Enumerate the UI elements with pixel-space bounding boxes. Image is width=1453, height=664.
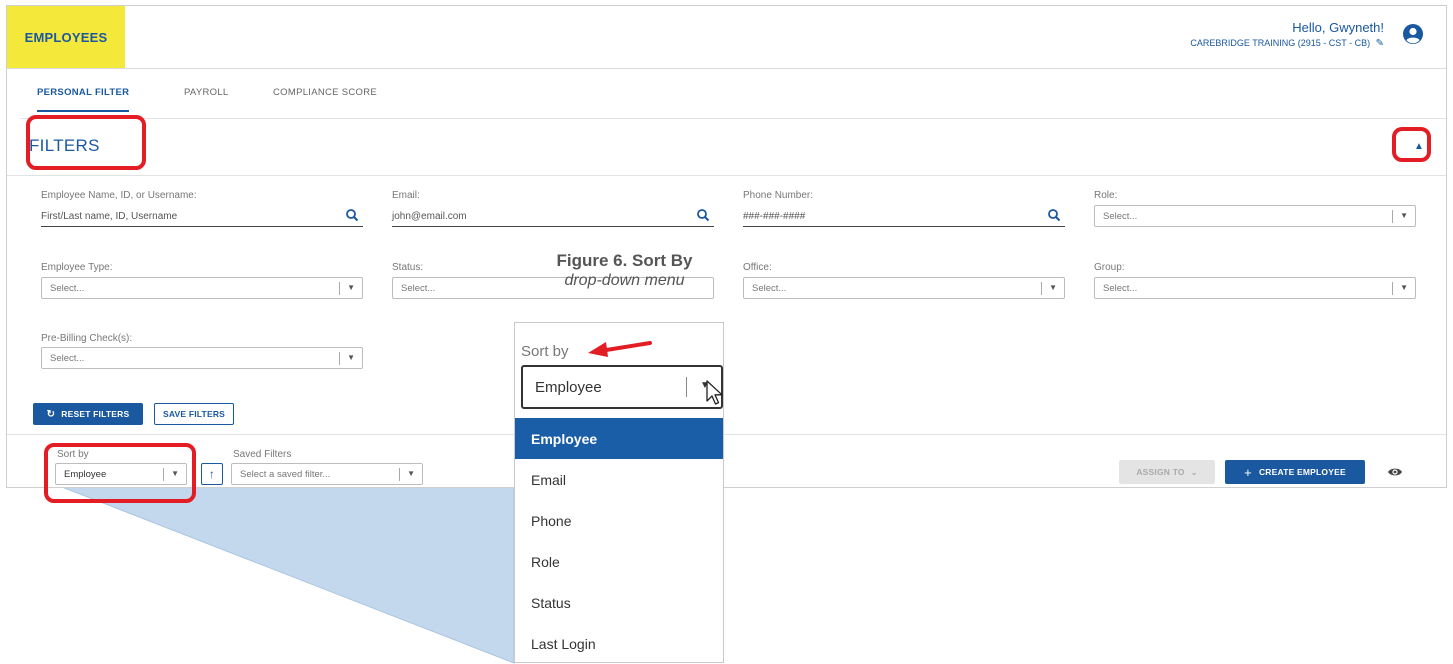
sort-option-phone[interactable]: Phone — [515, 500, 723, 541]
employees-app: EMPLOYEES Hello, Gwyneth! CAREBRIDGE TRA… — [6, 5, 1447, 488]
collapse-filters-button[interactable]: ▲ — [1408, 135, 1430, 157]
employee-name-placeholder: First/Last name, ID, Username — [41, 211, 178, 222]
group-label: Group: — [1094, 262, 1125, 273]
arrow-up-icon: ↑ — [208, 467, 216, 481]
saved-filters-placeholder: Select a saved filter... — [240, 469, 331, 480]
figure-caption: Figure 6. Sort By drop-down menu — [512, 251, 737, 291]
zoom-sort-by-select[interactable]: Employee ▼ — [521, 365, 723, 409]
save-filters-button[interactable]: SAVE FILTERS — [154, 403, 234, 425]
sort-option-employee[interactable]: Employee — [515, 418, 723, 459]
search-icon[interactable] — [345, 208, 359, 222]
caption-line-2: drop-down menu — [564, 272, 685, 289]
employee-name-label: Employee Name, ID, or Username: — [41, 190, 197, 201]
role-select[interactable]: Select... ▼ — [1094, 205, 1416, 227]
pencil-icon[interactable]: ✎ — [1376, 38, 1384, 50]
tab-payroll[interactable]: PAYROLL — [184, 87, 229, 110]
sort-option-role[interactable]: Role — [515, 541, 723, 582]
zoom-selected-value: Employee — [535, 379, 602, 396]
filters-header: FILTERS ▲ — [7, 120, 1446, 176]
list-toolbar: Sort by Employee ▼ ↑ Saved Filters Selec… — [7, 434, 1446, 487]
sort-by-options-menu: Employee Email Phone Role Status Last Lo… — [515, 418, 723, 662]
chevron-down-icon: ▼ — [1049, 283, 1057, 292]
reset-filters-button[interactable]: ↻ RESET FILTERS — [33, 403, 143, 425]
eye-icon[interactable] — [1387, 466, 1403, 478]
group-select[interactable]: Select... ▼ — [1094, 277, 1416, 299]
employee-type-label: Employee Type: — [41, 262, 113, 273]
sort-by-value: Employee — [64, 469, 107, 480]
mouse-pointer-icon — [706, 380, 723, 405]
chevron-down-icon: ▼ — [407, 469, 415, 478]
email-placeholder: john@email.com — [392, 211, 467, 222]
saved-filters-select[interactable]: Select a saved filter... ▼ — [231, 463, 423, 485]
office-select[interactable]: Select... ▼ — [743, 277, 1065, 299]
brand-label[interactable]: EMPLOYEES — [7, 6, 125, 68]
select-divider — [163, 468, 164, 481]
select-divider — [686, 377, 687, 397]
user-greeting: Hello, Gwyneth! CAREBRIDGE TRAINING (291… — [1190, 20, 1384, 50]
office-value: Select... — [752, 283, 787, 294]
chevron-down-icon: ▼ — [1400, 283, 1408, 292]
search-icon[interactable] — [1047, 208, 1061, 222]
select-divider — [1392, 282, 1393, 295]
chevron-down-icon: ▼ — [347, 283, 355, 292]
email-input[interactable]: john@email.com — [392, 205, 714, 227]
select-divider — [399, 468, 400, 481]
status-value: Select... — [401, 283, 436, 294]
employee-name-input[interactable]: First/Last name, ID, Username — [41, 205, 363, 227]
group-value: Select... — [1103, 283, 1138, 294]
organization-line[interactable]: CAREBRIDGE TRAINING (2915 - CST - CB) ✎ — [1190, 37, 1384, 50]
sort-option-last-login[interactable]: Last Login — [515, 623, 723, 662]
status-label: Status: — [392, 262, 424, 273]
greeting-text: Hello, Gwyneth! — [1292, 20, 1384, 35]
sort-by-select[interactable]: Employee ▼ — [55, 463, 187, 485]
red-arrow-icon — [588, 341, 652, 357]
email-label: Email: — [392, 190, 420, 201]
refresh-icon: ↻ — [46, 408, 56, 420]
zoom-sort-by-label: Sort by — [521, 343, 569, 360]
reset-filters-label: RESET FILTERS — [61, 409, 130, 419]
chevron-up-icon: ▲ — [1414, 140, 1424, 152]
tab-bar: PERSONAL FILTER PAYROLL COMPLIANCE SCORE — [21, 69, 1446, 119]
organization-name: CAREBRIDGE TRAINING (2915 - CST - CB) — [1190, 38, 1371, 48]
sort-option-status[interactable]: Status — [515, 582, 723, 623]
select-divider — [1392, 210, 1393, 223]
search-icon[interactable] — [696, 208, 710, 222]
assign-to-label: ASSIGN TO — [1136, 467, 1185, 477]
create-employee-label: CREATE EMPLOYEE — [1258, 467, 1346, 477]
top-bar: EMPLOYEES Hello, Gwyneth! CAREBRIDGE TRA… — [7, 6, 1446, 69]
tab-compliance-score[interactable]: COMPLIANCE SCORE — [273, 87, 377, 110]
pre-billing-label: Pre-Billing Check(s): — [41, 333, 133, 344]
create-employee-button[interactable]: + CREATE EMPLOYEE — [1225, 460, 1365, 484]
filters-title: FILTERS — [29, 136, 100, 155]
sort-by-zoom-callout: Sort by Employee ▼ Employee Email Phone … — [514, 322, 724, 663]
assign-to-button[interactable]: ASSIGN TO ⌄ — [1119, 460, 1215, 484]
user-circle-icon[interactable] — [1402, 23, 1424, 45]
sort-option-email[interactable]: Email — [515, 459, 723, 500]
saved-filters-label: Saved Filters — [233, 449, 292, 460]
plus-icon: + — [1244, 464, 1252, 480]
pre-billing-select[interactable]: Select... ▼ — [41, 347, 363, 369]
employee-type-select[interactable]: Select... ▼ — [41, 277, 363, 299]
role-value: Select... — [1103, 211, 1138, 222]
role-label: Role: — [1094, 190, 1118, 201]
tab-personal-filter[interactable]: PERSONAL FILTER — [37, 87, 130, 112]
select-divider — [1041, 282, 1042, 295]
sort-direction-button[interactable]: ↑ — [201, 463, 223, 485]
select-divider — [339, 352, 340, 365]
phone-placeholder: ###-###-#### — [743, 211, 806, 222]
phone-label: Phone Number: — [743, 190, 814, 201]
employee-type-value: Select... — [50, 283, 85, 294]
office-label: Office: — [743, 262, 772, 273]
caption-line-1: Figure 6. Sort By — [556, 251, 693, 270]
phone-input[interactable]: ###-###-#### — [743, 205, 1065, 227]
pre-billing-value: Select... — [50, 353, 85, 364]
chevron-down-icon: ▼ — [347, 353, 355, 362]
chevron-down-icon: ▼ — [1400, 211, 1408, 220]
sort-by-label: Sort by — [57, 449, 89, 460]
chevron-down-icon: ▼ — [171, 469, 179, 478]
chevron-down-icon: ⌄ — [1190, 467, 1198, 477]
select-divider — [339, 282, 340, 295]
